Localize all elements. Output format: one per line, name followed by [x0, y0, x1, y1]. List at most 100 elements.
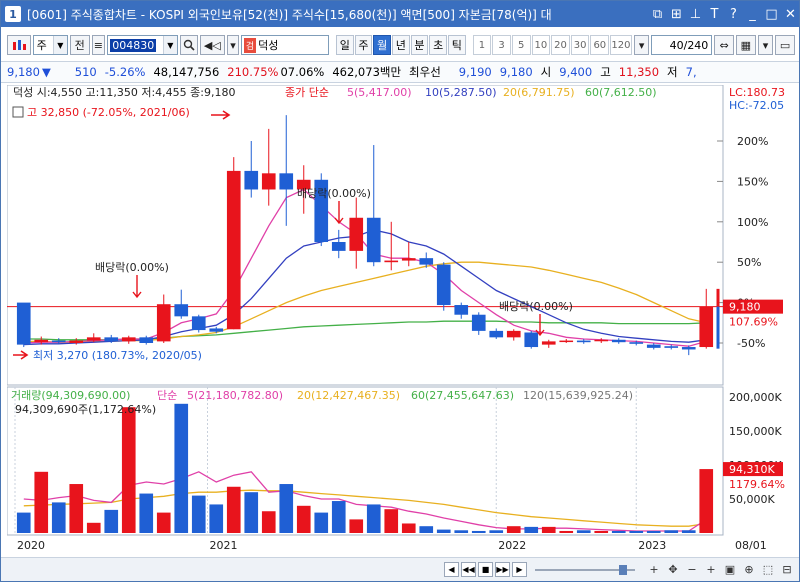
open-price: 9,400: [559, 65, 593, 79]
chevron-down-icon[interactable]: ▼: [52, 36, 67, 54]
volume-ma20-legend: 20(12,427,467.35): [297, 389, 400, 402]
volume-bar: [489, 530, 504, 533]
candle: [419, 258, 434, 265]
chart-window: 1 [0601] 주식종합차트 - KOSPI 외국인보유[52(천)] 주식수…: [0, 0, 800, 582]
restore-icon[interactable]: ⧉: [649, 6, 666, 23]
stock-code-value: 004830: [110, 38, 157, 52]
menu-dropdown-icon[interactable]: ▾: [757, 35, 774, 55]
chevron-down-icon[interactable]: ▼: [162, 36, 177, 54]
period-week-tab[interactable]: 주: [354, 35, 373, 55]
stock-list-icon[interactable]: ≡: [91, 35, 106, 55]
period-second-tab[interactable]: 초: [429, 35, 447, 55]
maximize-icon[interactable]: □: [763, 6, 780, 23]
price-axis-label: -50%: [737, 337, 765, 350]
candle: [524, 332, 539, 348]
font-icon[interactable]: T: [706, 6, 723, 23]
best-quote-label: 최우선: [409, 65, 441, 79]
nav-last-button[interactable]: ▶: [512, 562, 527, 577]
interval-1-button[interactable]: 1: [472, 35, 492, 55]
scroll-slider[interactable]: [535, 564, 635, 575]
add-icon[interactable]: +: [703, 562, 719, 578]
interval-120-button[interactable]: 120: [610, 35, 632, 55]
interval-5-button[interactable]: 5: [511, 35, 531, 55]
volume-axis-label: 150,000K: [729, 425, 782, 438]
interval-10-button[interactable]: 10: [531, 35, 551, 55]
move-icon[interactable]: ✥: [665, 562, 681, 578]
dividend-label-1: 배당락(0.00%): [95, 261, 169, 274]
volume-axis-label: 200,000K: [729, 391, 782, 404]
panel-icon[interactable]: ⊟: [779, 562, 795, 578]
data-count-field[interactable]: 40/240: [651, 35, 713, 55]
volume-ma120-legend: 120(15,639,925.24): [523, 389, 633, 402]
volume-bar: [174, 403, 189, 533]
table-icon[interactable]: ▦: [735, 35, 756, 55]
period-year-tab[interactable]: 년: [391, 35, 410, 55]
candle: [104, 337, 119, 342]
dropdown-small-icon[interactable]: ▾: [227, 35, 239, 55]
region-icon[interactable]: ⬚: [760, 562, 776, 578]
interval-30-button[interactable]: 30: [570, 35, 590, 55]
volume-bar: [139, 493, 154, 533]
period-month-tab[interactable]: 월: [373, 35, 391, 55]
volume-axis-label: 50,000K: [729, 493, 775, 506]
turnover: 07.06%: [280, 65, 325, 79]
price-axis-label: 200%: [737, 135, 768, 148]
zoom-out-icon[interactable]: −: [684, 562, 700, 578]
period-minute-tab[interactable]: 분: [410, 35, 429, 55]
help-icon[interactable]: ?: [725, 6, 742, 23]
speaker-icon[interactable]: ◀◁: [199, 35, 226, 55]
volume-bar: [629, 530, 644, 533]
candle: [401, 258, 416, 261]
nav-next-button[interactable]: ▶▶: [495, 562, 510, 577]
low-price: 7,: [685, 65, 697, 79]
toolbar: 주 ▼ 전 ≡ 004830 ▼ ◀◁ ▾ 검 덕성 일 주 월 년 분 초 틱…: [1, 31, 799, 59]
pin-icon[interactable]: ⊥: [687, 6, 704, 23]
interval-20-button[interactable]: 20: [551, 35, 570, 55]
volume-bar: [191, 495, 206, 533]
price-axis-label: 50%: [737, 256, 761, 269]
volume-bar: [121, 407, 136, 533]
nav-prev-button[interactable]: ◀◀: [461, 562, 476, 577]
zoom-in-icon[interactable]: +: [646, 562, 662, 578]
candle: [681, 347, 696, 350]
stock-chart[interactable]: 200%150%100%50%0%-50%200,000K150,000K100…: [7, 85, 795, 561]
volume-bar: [366, 504, 381, 533]
candle: [454, 305, 469, 315]
candle: [489, 330, 504, 338]
bottom-bar: ◀ ◀◀ ■ ▶▶ ▶ + ✥ − + ▣ ⊕ ⬚ ⊟: [1, 557, 799, 581]
nav-first-button[interactable]: ◀: [444, 562, 459, 577]
interval-3-button[interactable]: 3: [492, 35, 511, 55]
volume-bar: [331, 501, 346, 533]
zoom-tool-icon[interactable]: ⇔: [714, 35, 734, 55]
stock-code-input[interactable]: 004830 ▼: [107, 35, 178, 55]
market-type-select[interactable]: 주 ▼: [32, 35, 68, 55]
minimize-icon[interactable]: _: [744, 6, 761, 23]
chart-type-icon[interactable]: [7, 35, 31, 55]
volume-bar: [314, 512, 329, 533]
table-small-icon[interactable]: [12, 106, 24, 118]
prev-button[interactable]: 전: [69, 35, 90, 55]
volume-bar: [471, 530, 486, 533]
x-axis-label: 2022: [498, 539, 526, 552]
volume-ma60-legend: 60(27,455,647.63): [411, 389, 514, 402]
candle: [121, 337, 136, 342]
stock-name-field[interactable]: 검 덕성: [240, 35, 330, 55]
window-title: [0601] 주식종합차트 - KOSPI 외국인보유[52(천)] 주식수[1…: [27, 7, 552, 22]
close-icon[interactable]: ✕: [782, 6, 799, 23]
stock-name: 덕성: [258, 39, 279, 52]
period-day-tab[interactable]: 일: [335, 35, 354, 55]
grid-icon[interactable]: ⊞: [668, 6, 685, 23]
screen-icon[interactable]: ▭: [775, 35, 795, 55]
period-tick-tab[interactable]: 틱: [448, 35, 466, 55]
volume-bar: [699, 469, 714, 533]
interval-60-button[interactable]: 60: [590, 35, 610, 55]
price-change: 510: [74, 65, 97, 79]
nav-stop-button[interactable]: ■: [478, 562, 493, 577]
box-icon[interactable]: ▣: [722, 562, 738, 578]
crosshair-icon[interactable]: ⊕: [741, 562, 757, 578]
low-label: 저: [667, 65, 678, 79]
search-icon[interactable]: [179, 35, 198, 55]
volume-ma-label: 단순: [157, 389, 177, 402]
interval-dropdown-icon[interactable]: ▾: [633, 35, 650, 55]
candle: [366, 217, 381, 263]
